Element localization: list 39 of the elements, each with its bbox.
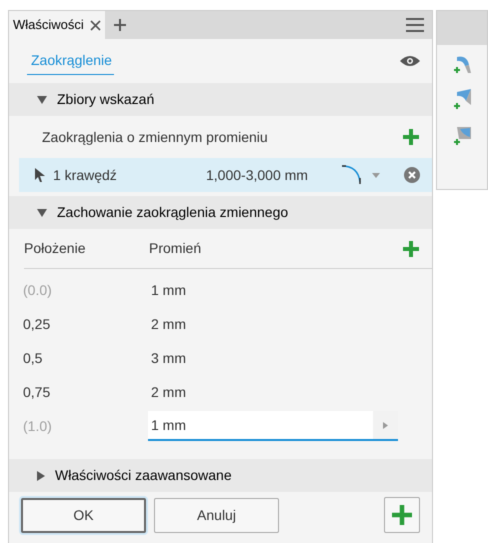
position-cell-text: 0,75 [23,382,52,402]
radius-cell-text: 2 mm [150,382,187,402]
expand-icon [37,470,45,480]
collapse-icon [37,208,47,216]
tab[interactable]: Właściwości [9,11,105,39]
position-cell-text: 0,5 [23,348,44,368]
add-icon[interactable] [402,128,420,146]
cancel-button[interactable]: Anuluj [154,498,279,532]
position-cell-text: 0,25 [23,314,52,334]
add-icon [391,504,414,526]
palette-header [437,11,487,45]
menu-icon[interactable] [406,18,424,32]
radius-field[interactable]: 1 mm [148,411,373,441]
radius-cell-text: 1 mm [150,280,187,300]
section-header[interactable]: Zbiory wskazań [9,83,432,116]
add-button[interactable] [384,497,420,533]
position-cell-text: (1.0) [23,416,53,436]
arrow-icon[interactable] [383,422,388,428]
eye-icon[interactable] [400,55,420,67]
column-header: Promień [149,239,202,258]
add-tab-icon[interactable] [112,18,127,32]
close-icon[interactable] [90,20,101,30]
radius-cell-text: 3 mm [150,348,187,368]
collapse-icon [37,96,47,104]
section-header[interactable]: Właściwości zaawansowane [9,459,432,492]
ok-button[interactable]: OK [21,498,146,532]
radius-range: 1,000-3,000 mm [206,166,309,184]
section-header[interactable]: Zachowanie zaokrąglenia zmiennego [9,196,432,229]
caret-icon[interactable] [372,172,380,178]
radius-cell-text: 2 mm [150,314,187,334]
add-icon[interactable] [402,240,420,258]
selection-row[interactable]: 1 krawędź 1,000-3,000 mm [19,158,432,192]
remove-icon[interactable] [404,167,420,183]
selection-set-label: Zaokrąglenia o zmiennym promieniu [42,128,268,147]
position-cell-text: (0.0) [23,280,53,300]
edge-count: 1 krawędź [53,166,118,185]
fillet-icon[interactable] [451,87,474,111]
cursor-icon [35,168,45,182]
column-header: Położenie [24,239,86,258]
